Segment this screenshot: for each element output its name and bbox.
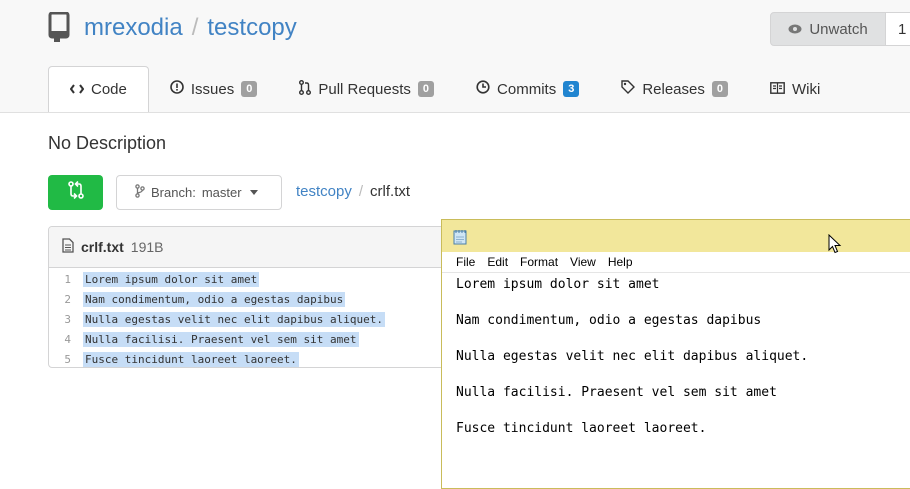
tab-issues[interactable]: Issues 0 <box>149 67 278 111</box>
breadcrumb: testcopy / crlf.txt <box>296 183 410 200</box>
notepad-line: Nulla facilisi. Praesent vel sem sit ame… <box>456 385 777 400</box>
notepad-line: Lorem ipsum dolor sit amet <box>456 277 660 292</box>
branch-dropdown[interactable]: Branch: master <box>116 175 282 210</box>
repo-title-separator: / <box>191 14 199 41</box>
pull-requests-count-badge: 0 <box>417 81 435 97</box>
tab-releases-label: Releases <box>642 80 705 98</box>
branch-icon <box>135 184 145 201</box>
tab-commits[interactable]: Commits 3 <box>455 67 600 111</box>
unwatch-label: Unwatch <box>809 20 868 38</box>
line-text: Fusce tincidunt laoreet laoreet. <box>83 351 299 367</box>
tab-code-label: Code <box>91 81 127 98</box>
breadcrumb-repo-link[interactable]: testcopy <box>296 183 352 200</box>
book-icon <box>770 81 785 98</box>
repo-owner-link[interactable]: mrexodia <box>84 14 183 41</box>
code-icon <box>69 81 85 98</box>
repo-description: No Description <box>48 133 167 153</box>
notepad-line: Nulla egestas velit nec elit dapibus ali… <box>456 349 809 364</box>
repo-icon <box>48 11 70 47</box>
line-text: Lorem ipsum dolor sit amet <box>83 271 260 287</box>
issues-count-badge: 0 <box>241 81 258 97</box>
repo-title: mrexodia / testcopy <box>84 14 297 42</box>
line-number[interactable]: 4 <box>49 333 83 346</box>
unwatch-button[interactable]: Unwatch <box>770 12 886 46</box>
branch-prefix: Branch: <box>151 185 196 200</box>
tab-issues-label: Issues <box>190 80 235 98</box>
file-icon <box>62 238 74 256</box>
tab-wiki-label: Wiki <box>792 80 821 98</box>
notepad-line: Fusce tincidunt laoreet laoreet. <box>456 421 707 436</box>
line-text: Nulla egestas velit nec elit dapibus ali… <box>83 311 386 327</box>
pull-request-icon <box>299 79 312 99</box>
file-size: 191B <box>130 239 164 255</box>
file-header: crlf.txt 191B <box>49 227 467 268</box>
line-number[interactable]: 3 <box>49 313 83 326</box>
eye-icon <box>788 21 802 38</box>
file-viewer: crlf.txt 191B 1 Lorem ipsum dolor sit am… <box>48 226 468 368</box>
repo-tabs: Code Issues 0 Pull Requests 0 Commits 3 <box>48 66 841 112</box>
code-line: 1 Lorem ipsum dolor sit amet <box>49 269 467 289</box>
line-text: Nam condimentum, odio a egestas dapibus <box>83 291 346 307</box>
releases-count-badge: 0 <box>711 81 728 97</box>
menu-edit[interactable]: Edit <box>481 255 514 269</box>
repo-name-link[interactable]: testcopy <box>207 14 296 41</box>
notepad-line: Nam condimentum, odio a egestas dapibus <box>456 313 762 328</box>
line-number[interactable]: 1 <box>49 273 83 286</box>
code-line: 2 Nam condimentum, odio a egestas dapibu… <box>49 289 467 309</box>
menu-help[interactable]: Help <box>602 255 639 269</box>
tab-releases[interactable]: Releases 0 <box>600 67 749 111</box>
mouse-cursor-icon <box>828 233 842 259</box>
repo-header: mrexodia / testcopy Unwatch 1 Code Issues … <box>0 0 910 113</box>
notepad-text-area[interactable]: Lorem ipsum dolor sit amet Nam condiment… <box>442 273 910 461</box>
breadcrumb-file: crlf.txt <box>370 183 411 200</box>
code-line: 3 Nulla egestas velit nec elit dapibus a… <box>49 309 467 329</box>
commits-count-badge: 3 <box>563 81 580 97</box>
watch-count[interactable]: 1 <box>885 12 910 46</box>
history-icon <box>476 80 490 98</box>
tag-icon <box>621 80 636 98</box>
code-line: 4 Nulla facilisi. Praesent vel sem sit a… <box>49 329 467 349</box>
notepad-window: File Edit Format View Help Lorem ipsum d… <box>441 219 910 489</box>
issue-icon <box>170 80 184 98</box>
compare-button[interactable] <box>48 175 103 210</box>
menu-format[interactable]: Format <box>514 255 564 269</box>
code-line: 5 Fusce tincidunt laoreet laoreet. <box>49 349 467 367</box>
tab-commits-label: Commits <box>497 80 557 98</box>
menu-view[interactable]: View <box>564 255 602 269</box>
notepad-icon <box>453 229 467 250</box>
tab-pull-requests-label: Pull Requests <box>318 80 411 98</box>
compare-arrows-icon <box>67 180 84 204</box>
tab-code[interactable]: Code <box>48 66 149 112</box>
line-text: Nulla facilisi. Praesent vel sem sit ame… <box>83 331 359 347</box>
line-number[interactable]: 5 <box>49 353 83 366</box>
tab-pull-requests[interactable]: Pull Requests 0 <box>278 67 455 111</box>
menu-file[interactable]: File <box>450 255 481 269</box>
chevron-down-icon <box>249 190 258 195</box>
breadcrumb-separator: / <box>358 183 364 200</box>
branch-name: master <box>201 185 242 200</box>
tab-wiki[interactable]: Wiki <box>749 67 841 111</box>
code-body: 1 Lorem ipsum dolor sit amet 2 Nam condi… <box>49 268 467 367</box>
line-number[interactable]: 2 <box>49 293 83 306</box>
file-name: crlf.txt <box>81 239 124 255</box>
